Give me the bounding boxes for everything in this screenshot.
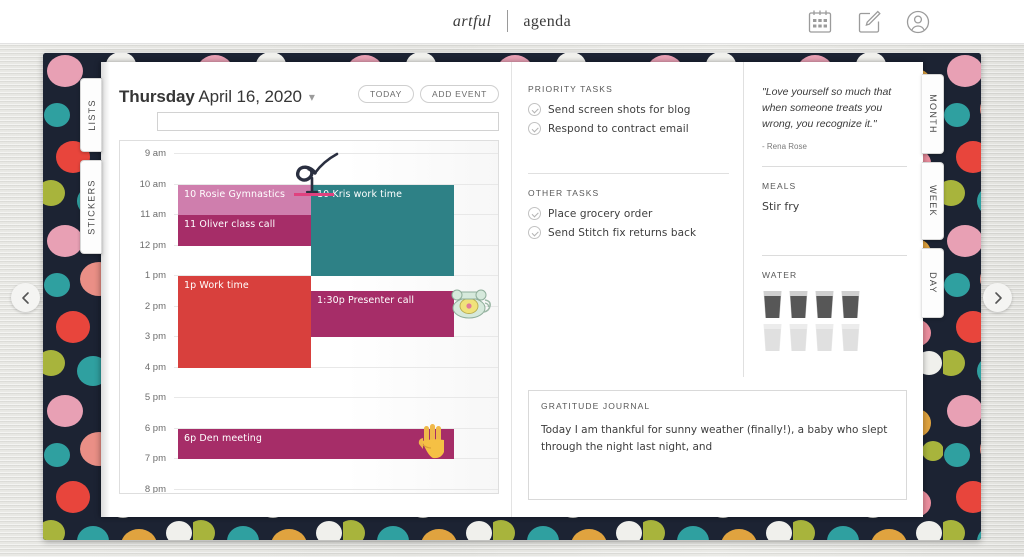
- water-glass-filled[interactable]: [840, 290, 861, 319]
- hour-row: 5 pm: [120, 393, 498, 429]
- calendar-event[interactable]: 10 Kris work time: [311, 184, 454, 276]
- sidebar-tab-stickers[interactable]: STICKERS: [80, 160, 102, 254]
- planner-page: Thursday April 16, 2020 ▾ TODAY ADD EVEN…: [101, 62, 923, 517]
- water-glass-filled[interactable]: [762, 290, 783, 319]
- tab-week-label: WEEK: [927, 185, 938, 217]
- hour-label: 7 pm: [144, 453, 166, 464]
- overview-page: PRIORITY TASKS Send screen shots for blo…: [512, 62, 923, 517]
- day-note-input[interactable]: [157, 112, 499, 131]
- meals-heading: MEALS: [762, 181, 797, 191]
- add-event-button[interactable]: ADD EVENT: [420, 85, 499, 103]
- calendar-icon[interactable]: [806, 8, 834, 36]
- account-icon[interactable]: [904, 8, 932, 36]
- hour-label: 4 pm: [144, 361, 166, 373]
- water-glass-empty[interactable]: [762, 323, 783, 352]
- hour-row: 9 am: [120, 149, 498, 185]
- right-page-top: PRIORITY TASKS Send screen shots for blo…: [512, 62, 923, 377]
- today-button[interactable]: TODAY: [358, 85, 415, 103]
- meals-divider: [762, 255, 907, 256]
- priority-tasks-heading: PRIORITY TASKS: [528, 84, 613, 94]
- hour-label: 9 am: [144, 148, 166, 159]
- checkmark-icon[interactable]: [528, 226, 541, 239]
- task-label: Send Stitch fix returns back: [548, 226, 697, 239]
- tab-lists-label: LISTS: [86, 99, 97, 131]
- hour-label: 3 pm: [144, 331, 166, 342]
- meals-text[interactable]: Stir fry: [762, 200, 907, 213]
- other-tasks-list: Place grocery order Send Stitch fix retur…: [528, 207, 729, 239]
- calendar-event[interactable]: 11 Oliver class call: [178, 215, 311, 246]
- logo-primary-text: artful: [452, 13, 492, 30]
- checkmark-icon[interactable]: [528, 103, 541, 116]
- schedule-grid[interactable]: 9 am 10 am 11 am 12 pm 1 pm 2 pm 3 pm 4 pm 5 pm 6…: [119, 140, 499, 494]
- tab-stickers-label: STICKERS: [86, 179, 97, 235]
- gratitude-journal[interactable]: GRATITUDE JOURNAL Today I am thankful fo…: [528, 390, 907, 500]
- water-glass-empty[interactable]: [814, 323, 835, 352]
- app-header: artful agenda: [0, 0, 1024, 44]
- sidebar-tab-month[interactable]: MONTH: [922, 74, 944, 154]
- hour-label: 2 pm: [144, 300, 166, 312]
- hour-label: 10 am: [139, 178, 166, 190]
- side-column: "Love yourself so much that when someone…: [744, 62, 923, 377]
- task-label: Place grocery order: [548, 207, 653, 220]
- hour-label: 12 pm: [139, 239, 166, 251]
- hour-label: 11 am: [140, 209, 166, 220]
- gratitude-text: Today I am thankful for sunny weather (f…: [541, 424, 888, 453]
- daily-quote: "Love yourself so much that when someone…: [762, 86, 892, 130]
- task-label: Send screen shots for blog: [548, 103, 691, 116]
- tab-month-label: MONTH: [927, 94, 938, 134]
- quote-divider: [762, 166, 907, 167]
- hour-gridline: [174, 488, 498, 490]
- calendar-event[interactable]: 6p Den meeting: [178, 428, 454, 459]
- water-glass-empty[interactable]: [788, 323, 809, 352]
- water-glass-filled[interactable]: [814, 290, 835, 319]
- sidebar-tab-lists[interactable]: LISTS: [80, 78, 102, 152]
- page-title: Thursday April 16, 2020: [119, 87, 302, 107]
- other-tasks-heading: OTHER TASKS: [528, 188, 600, 198]
- header-icon-group: [806, 8, 932, 36]
- gratitude-heading: GRATITUDE JOURNAL: [541, 401, 651, 411]
- sidebar-tab-week[interactable]: WEEK: [922, 162, 944, 240]
- other-tasks-section: OTHER TASKS Place grocery order Send Stit…: [528, 173, 729, 239]
- tasks-column: PRIORITY TASKS Send screen shots for blo…: [512, 62, 744, 377]
- checkmark-icon[interactable]: [528, 122, 541, 135]
- date-header-row: Thursday April 16, 2020 ▾ TODAY ADD EVEN…: [119, 85, 499, 107]
- water-tracker: [762, 290, 907, 352]
- task-item[interactable]: Respond to contract email: [528, 122, 729, 135]
- tasks-divider: [528, 173, 729, 174]
- schedule-page: Thursday April 16, 2020 ▾ TODAY ADD EVEN…: [101, 62, 512, 517]
- prev-page-button[interactable]: [11, 283, 40, 312]
- date-action-buttons: TODAY ADD EVENT: [358, 85, 499, 103]
- task-item[interactable]: Place grocery order: [528, 207, 729, 220]
- hour-gridline: [174, 153, 498, 154]
- edit-icon[interactable]: [855, 8, 883, 36]
- hour-row: 7 pm: [120, 454, 498, 490]
- calendar-event[interactable]: 10 Rosie Gymnastics: [178, 184, 311, 215]
- sidebar-tab-day[interactable]: DAY: [922, 248, 944, 318]
- calendar-event[interactable]: 1:30p Presenter call: [311, 291, 454, 337]
- hour-row: 8 pm: [120, 484, 498, 493]
- date-text: April 16, 2020: [198, 87, 302, 106]
- water-glass-filled[interactable]: [788, 290, 809, 319]
- hour-label: 6 pm: [144, 422, 166, 434]
- hour-label: 8 pm: [144, 483, 166, 494]
- next-page-button[interactable]: [983, 283, 1012, 312]
- water-glass-empty[interactable]: [840, 323, 861, 352]
- checkmark-icon[interactable]: [528, 207, 541, 220]
- chevron-down-icon[interactable]: ▾: [309, 90, 315, 104]
- task-item[interactable]: Send Stitch fix returns back: [528, 226, 729, 239]
- hour-row: 4 pm: [120, 362, 498, 399]
- priority-tasks-list: Send screen shots for blog Respond to con…: [528, 103, 729, 135]
- task-label: Respond to contract email: [548, 122, 689, 135]
- calendar-event[interactable]: 1p Work time: [178, 276, 311, 368]
- hour-label: 1 pm: [144, 270, 166, 281]
- logo-secondary-text: agenda: [523, 13, 572, 30]
- task-item[interactable]: Send screen shots for blog: [528, 103, 729, 116]
- hour-label: 5 pm: [144, 392, 166, 403]
- logo-divider: [506, 10, 508, 32]
- hour-gridline: [174, 397, 498, 398]
- quote-author: - Rena Rose: [762, 142, 807, 151]
- tab-day-label: DAY: [927, 272, 938, 294]
- day-of-week: Thursday: [119, 87, 195, 106]
- water-heading: WATER: [762, 270, 798, 280]
